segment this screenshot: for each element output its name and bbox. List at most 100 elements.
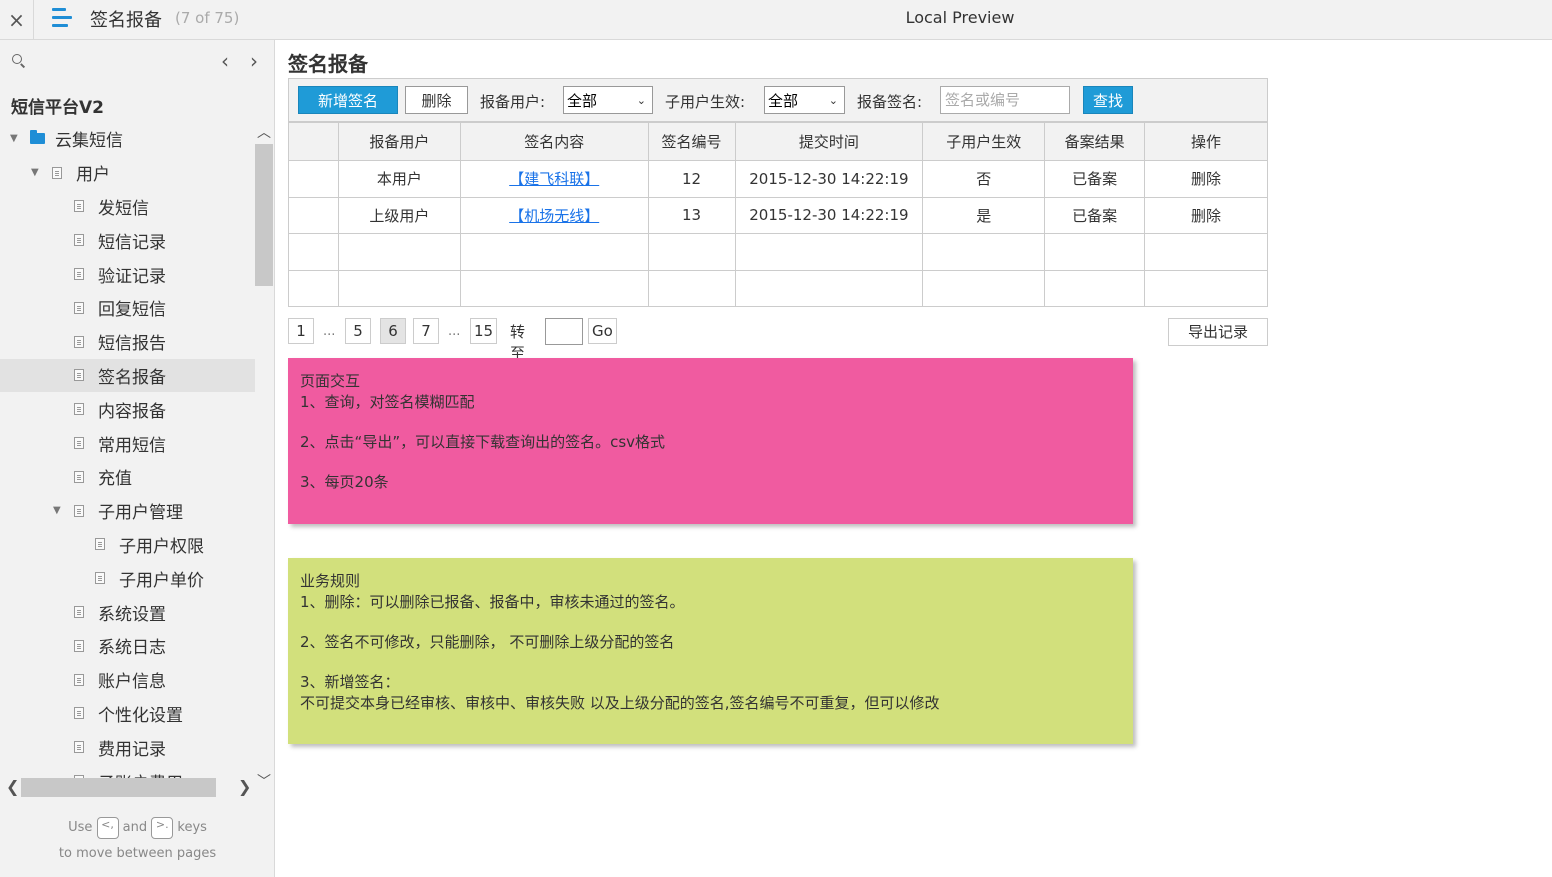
main-content: 签名报备 新增签名 删除 报备用户: 全部 ⌄ 子用户生效: 全部 ⌄ 报备签名… bbox=[276, 40, 1552, 877]
prev-key-icon: <, bbox=[96, 816, 119, 839]
sub-user-filter-select[interactable]: 全部 ⌄ bbox=[764, 86, 845, 114]
note-line: 3、每页20条 bbox=[300, 473, 389, 491]
sidebar-item[interactable]: 内容报备 bbox=[0, 392, 255, 426]
page-icon bbox=[74, 200, 84, 213]
goto-page-input[interactable] bbox=[545, 318, 583, 345]
search-button[interactable]: 查找 bbox=[1083, 86, 1133, 114]
note-line: 2、签名不可修改，只能删除， 不可删除上级分配的签名 bbox=[300, 633, 675, 651]
hint-and: and bbox=[122, 820, 148, 835]
expand-arrow-icon[interactable]: ▼ bbox=[53, 505, 61, 516]
scroll-down-icon[interactable]: ﹀ bbox=[257, 771, 271, 791]
sidebar-item[interactable]: 签名报备 bbox=[0, 358, 255, 393]
table-row[interactable]: 上级用户 【机场无线】 13 2015-12-30 14:22:19 是已备案 删除 bbox=[288, 196, 1268, 234]
table-row[interactable] bbox=[288, 269, 1268, 307]
table-cell: 是 bbox=[922, 196, 1046, 234]
sidebar-item[interactable]: 系统设置 bbox=[0, 595, 255, 629]
table-row[interactable] bbox=[288, 233, 1268, 271]
sub-user-filter-value: 全部 bbox=[768, 92, 799, 110]
sidebar-horizontal-scrollbar[interactable]: ❮ ❯ bbox=[0, 775, 255, 799]
user-filter-select[interactable]: 全部 ⌄ bbox=[563, 86, 653, 114]
sidebar-item[interactable]: 常用短信 bbox=[0, 426, 255, 460]
note-title: 页面交互 bbox=[300, 372, 361, 390]
sidebar-item[interactable]: ▼ 子用户管理 bbox=[0, 494, 255, 528]
sidebar-item[interactable]: ▼ 云集短信 bbox=[0, 122, 255, 156]
signature-filter-label: 报备签名: bbox=[857, 93, 923, 111]
signature-search-input[interactable]: 签名或编号 bbox=[940, 86, 1070, 114]
expand-arrow-icon[interactable]: ▼ bbox=[10, 133, 18, 144]
prev-page-arrow-icon[interactable]: ‹ bbox=[221, 49, 229, 73]
page-ellipsis: ... bbox=[448, 324, 461, 339]
sidebar-item[interactable]: 短信报告 bbox=[0, 325, 255, 359]
add-signature-button[interactable]: 新增签名 bbox=[298, 86, 398, 114]
sidebar-item[interactable]: 子用户单价 bbox=[0, 561, 255, 595]
sidebar-item-label: 签名报备 bbox=[98, 367, 166, 388]
column-header: 签名内容 bbox=[459, 122, 649, 161]
page-icon bbox=[74, 301, 84, 314]
table-cell: 已备案 bbox=[1044, 196, 1146, 234]
scroll-up-icon[interactable]: ︿ bbox=[257, 122, 271, 142]
sidebar-item[interactable]: 回复短信 bbox=[0, 291, 255, 325]
delete-button[interactable]: 删除 bbox=[405, 86, 468, 114]
close-button[interactable]: × bbox=[0, 0, 34, 40]
table-cell bbox=[922, 269, 1046, 307]
row-select-cell[interactable] bbox=[288, 160, 339, 198]
sidebar-item-label: 短信报告 bbox=[98, 334, 166, 355]
scroll-right-icon[interactable]: ❯ bbox=[238, 777, 251, 796]
page-button-1[interactable]: 1 bbox=[288, 318, 314, 344]
page-button-6-current[interactable]: 6 bbox=[380, 318, 406, 344]
table-cell bbox=[647, 269, 736, 307]
sidebar-item-label: 充值 bbox=[98, 469, 132, 490]
next-key-icon: >. bbox=[151, 816, 174, 839]
expand-arrow-icon[interactable]: ▼ bbox=[31, 167, 39, 178]
scroll-thumb[interactable] bbox=[255, 144, 273, 286]
scroll-left-icon[interactable]: ❮ bbox=[6, 777, 19, 796]
column-header[interactable] bbox=[288, 122, 339, 161]
column-header: 提交时间 bbox=[734, 122, 924, 161]
signature-link[interactable]: 【建飞科联】 bbox=[459, 160, 649, 198]
sidebar-item[interactable]: 发短信 bbox=[0, 190, 255, 224]
export-button[interactable]: 导出记录 bbox=[1168, 318, 1268, 346]
menu-icon[interactable] bbox=[52, 8, 76, 30]
sidebar-item[interactable]: 系统日志 bbox=[0, 629, 255, 663]
sidebar-item[interactable]: 验证记录 bbox=[0, 257, 255, 291]
sidebar-item[interactable]: 充值 bbox=[0, 460, 255, 494]
page-icon bbox=[74, 403, 84, 416]
go-button[interactable]: Go bbox=[588, 318, 617, 344]
note-page-interaction: 页面交互 1、查询，对签名模糊匹配 2、点击“导出”，可以直接下载查询出的签名。… bbox=[288, 358, 1133, 524]
next-page-arrow-icon[interactable]: › bbox=[250, 49, 258, 73]
page-button-7[interactable]: 7 bbox=[413, 318, 439, 344]
table-cell bbox=[288, 269, 339, 307]
column-header: 子用户生效 bbox=[922, 122, 1046, 161]
page-button-5[interactable]: 5 bbox=[345, 318, 371, 344]
table-cell: 已备案 bbox=[1044, 160, 1146, 198]
page-icon bbox=[74, 707, 84, 720]
sidebar-vertical-scrollbar[interactable]: ︿ ﹀ bbox=[255, 122, 273, 790]
page-heading: 签名报备 bbox=[288, 52, 368, 76]
table-cell bbox=[1044, 269, 1146, 307]
sidebar-item-label: 发短信 bbox=[98, 198, 149, 219]
search-icon[interactable] bbox=[12, 54, 26, 68]
sidebar-item[interactable]: 个性化设置 bbox=[0, 697, 255, 731]
note-line: 1、查询，对签名模糊匹配 bbox=[300, 393, 475, 411]
row-select-cell[interactable] bbox=[288, 196, 339, 234]
sidebar-item-label: 内容报备 bbox=[98, 401, 166, 422]
sidebar-item-label: 用户 bbox=[76, 165, 110, 186]
signature-link[interactable]: 【机场无线】 bbox=[459, 196, 649, 234]
page-icon bbox=[74, 335, 84, 348]
sidebar-item[interactable]: 子用户权限 bbox=[0, 528, 255, 562]
page-button-15[interactable]: 15 bbox=[470, 318, 498, 344]
table-cell bbox=[1144, 233, 1268, 271]
hint-use: Use bbox=[68, 820, 93, 835]
sidebar-item[interactable]: 账户信息 bbox=[0, 663, 255, 697]
sidebar-item-label: 系统设置 bbox=[98, 604, 166, 625]
sidebar-item-label: 子用户单价 bbox=[119, 570, 204, 591]
column-header: 签名编号 bbox=[647, 122, 736, 161]
row-delete-action[interactable]: 删除 bbox=[1144, 160, 1268, 198]
row-delete-action[interactable]: 删除 bbox=[1144, 196, 1268, 234]
sidebar-item[interactable]: 短信记录 bbox=[0, 223, 255, 257]
page-icon bbox=[74, 639, 84, 652]
scroll-thumb-horizontal[interactable] bbox=[21, 778, 216, 797]
sidebar-item[interactable]: ▼ 用户 bbox=[0, 156, 255, 190]
table-row[interactable]: 本用户 【建飞科联】 12 2015-12-30 14:22:19 否已备案 删除 bbox=[288, 160, 1268, 198]
sidebar-item[interactable]: 费用记录 bbox=[0, 730, 255, 764]
